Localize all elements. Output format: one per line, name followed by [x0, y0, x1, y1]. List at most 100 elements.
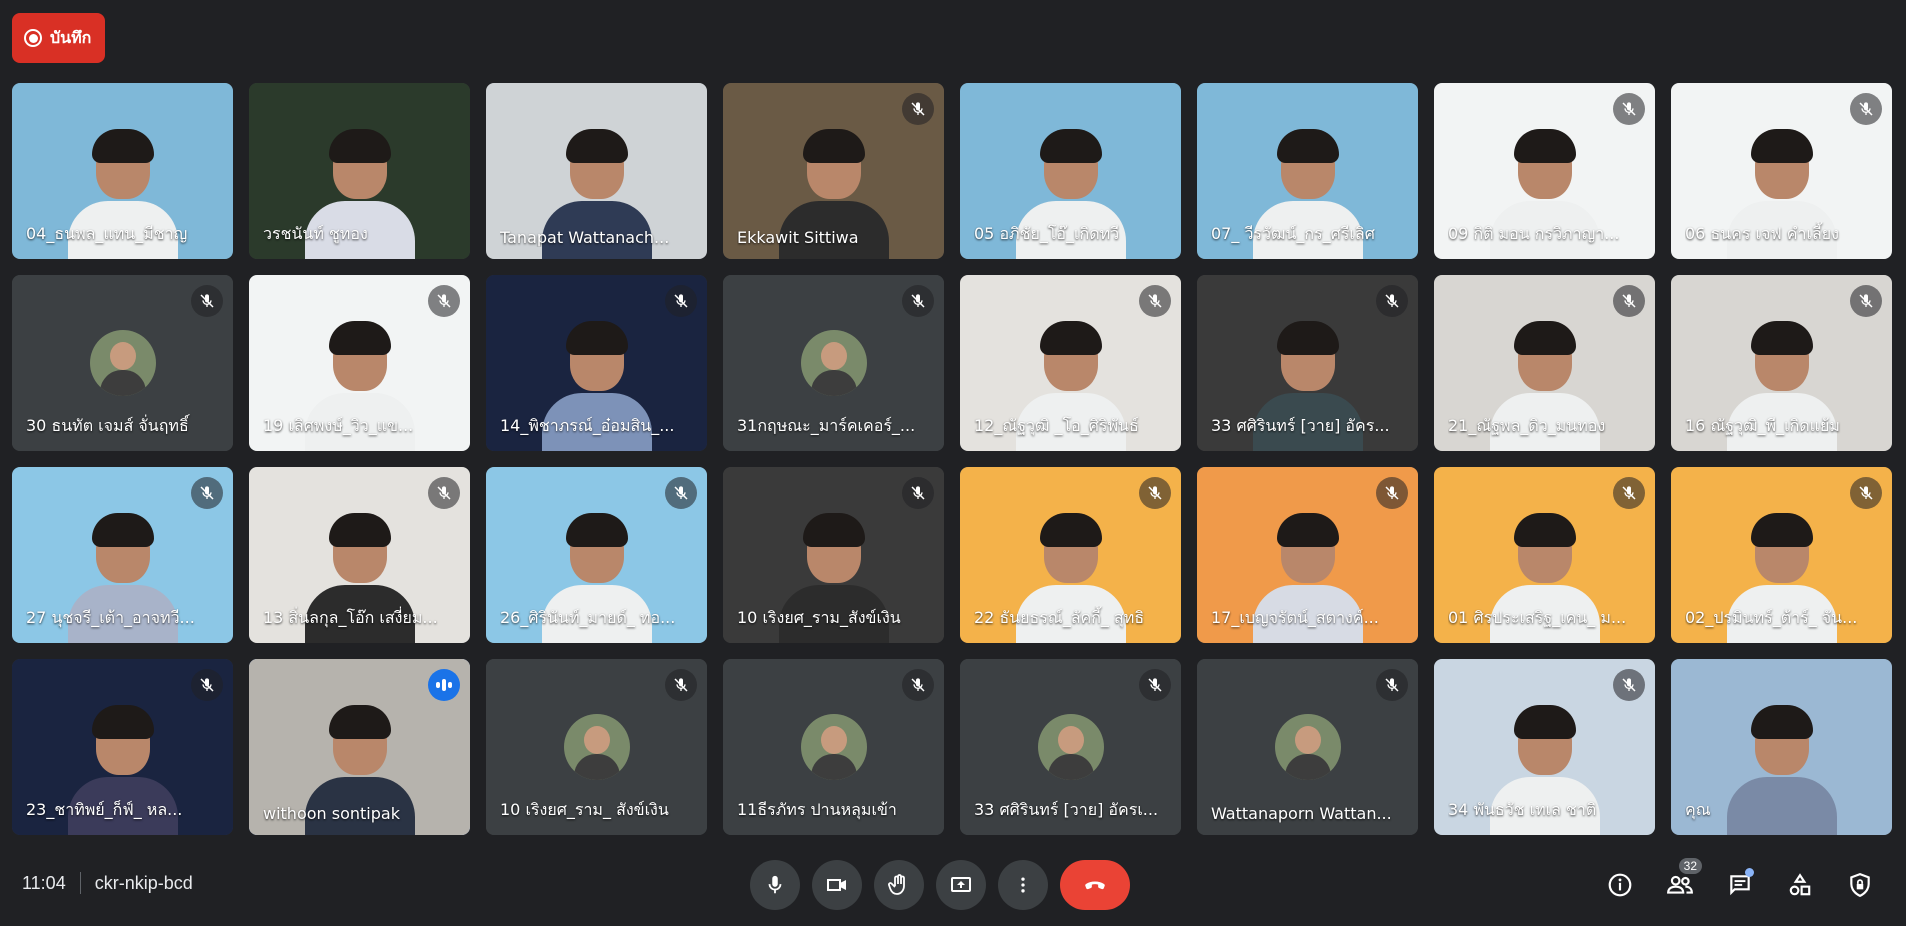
present-button[interactable] [936, 860, 986, 910]
more-options-button[interactable] [998, 860, 1048, 910]
mic-off-icon [1850, 93, 1882, 125]
participant-tile[interactable]: 33 ศศิรินทร์ [วาย] อัคร... [1197, 275, 1418, 451]
participant-tile[interactable]: 06 ธนคร เจฟ คำเลี้ยง [1671, 83, 1892, 259]
participant-name: 33 ศศิรินทร์ [วาย] อัคร... [1211, 416, 1390, 435]
participant-name: 10 เริงยศ_ราม_สังข์เงิน [737, 608, 901, 627]
participant-tile[interactable]: คุณ [1671, 659, 1892, 835]
participant-tile[interactable]: 34 พันธวัช เทเล ชาติ [1434, 659, 1655, 835]
end-call-button[interactable] [1060, 860, 1130, 910]
participant-name: Wattanaporn Wattan... [1211, 804, 1392, 823]
participant-name: 13 สิ่นลกุล_โอ๊ก เสงี่ยม... [263, 608, 438, 627]
participant-name: 06 ธนคร เจฟ คำเลี้ยง [1685, 224, 1839, 243]
participant-tile[interactable]: 22 ธันยธรณ์_ลัคกี้_ สุทธิ [960, 467, 1181, 643]
participant-tile[interactable]: 11ธีรภัทร ปานหลุมเข้า [723, 659, 944, 835]
clock-time: 11:04 [22, 872, 66, 893]
participant-name: 05 อภิชัย_โอ๊_เกิดทวี [974, 224, 1120, 243]
participant-name: 27 นุชจรี_เต้า_อาจทวี... [26, 608, 195, 627]
participant-tile[interactable]: 23_ชาทิพย์_ก็ฟ์_ หล... [12, 659, 233, 835]
mic-off-icon [1850, 477, 1882, 509]
chat-button[interactable] [1716, 860, 1764, 910]
raise-hand-icon [888, 874, 905, 895]
participant-tile[interactable]: withoon sontipak [249, 659, 470, 835]
participant-name: 01 ศิรประเสริฐ_เคน_ ม... [1448, 608, 1627, 627]
participant-tile[interactable]: 04_ธนพล_แทน_มีชาญ [12, 83, 233, 259]
recording-badge[interactable]: บันทึก [12, 13, 106, 63]
participant-tile[interactable]: 14_พิชาภรณ์_อ๋อมสิน_... [486, 275, 707, 451]
participant-tile[interactable]: 21_ณัฐพล_ดิว_มนทอง [1434, 275, 1655, 451]
record-icon [24, 29, 42, 47]
participant-tile[interactable]: 01 ศิรประเสริฐ_เคน_ ม... [1434, 467, 1655, 643]
mic-off-icon [1139, 477, 1171, 509]
participant-name: 21_ณัฐพล_ดิว_มนทอง [1448, 416, 1606, 435]
participant-tile[interactable]: Wattanaporn Wattan... [1197, 659, 1418, 835]
mic-off-icon [428, 477, 460, 509]
raise-hand-button[interactable] [874, 860, 924, 910]
host-controls-icon [1850, 873, 1870, 898]
call-controls [750, 860, 1130, 910]
participant-tile[interactable]: 05 อภิชัย_โอ๊_เกิดทวี [960, 83, 1181, 259]
participant-name: 14_พิชาภรณ์_อ๋อมสิน_... [500, 416, 675, 435]
participant-tile[interactable]: 27 นุชจรี_เต้า_อาจทวี... [12, 467, 233, 643]
host-controls-button[interactable] [1836, 860, 1884, 910]
participant-tile[interactable]: 16 ณัฐวุฒิ_พี_เกิดแย้ม [1671, 275, 1892, 451]
participant-name: 12_ณัฐวุฒิ _โอ_ศิริพันธ์ [974, 416, 1139, 435]
mic-off-icon [1613, 477, 1645, 509]
mic-off-icon [191, 477, 223, 509]
participant-tile[interactable]: Tanapat Wattanach... [486, 83, 707, 259]
activities-button[interactable] [1776, 860, 1824, 910]
mic-off-icon [1139, 669, 1171, 701]
participant-name: 04_ธนพล_แทน_มีชาญ [26, 224, 188, 243]
meeting-details[interactable]: 11:04 ckr-nkip-bcd [22, 872, 193, 894]
participant-tile[interactable]: 10 เริงยศ_ราม_ สังข์เงิน [486, 659, 707, 835]
avatar [800, 714, 867, 780]
people-icon [1667, 875, 1693, 894]
mic-off-icon [1139, 285, 1171, 317]
participant-name: 17_เบญจรัตน์_สตางค์... [1211, 608, 1379, 627]
mic-icon [768, 875, 782, 894]
participant-tile[interactable]: 26_ศิรินันท์_มายด์_ ทอ... [486, 467, 707, 643]
mic-off-icon [1613, 669, 1645, 701]
participant-name: withoon sontipak [263, 804, 400, 823]
present-screen-icon [951, 877, 971, 892]
activities-icon [1789, 873, 1811, 896]
avatar [800, 330, 867, 396]
participant-name: 22 ธันยธรณ์_ลัคกี้_ สุทธิ [974, 608, 1145, 627]
participant-tile[interactable]: 07_ วีรวัฒน์_กร_ศรีเลิศ [1197, 83, 1418, 259]
participant-tile[interactable]: 02_ปรมินทร์_ต้าร์_ จัน... [1671, 467, 1892, 643]
mic-off-icon [902, 93, 934, 125]
participant-tile[interactable]: 09 กิติ มอน กรวิภาญา... [1434, 83, 1655, 259]
microphone-button[interactable] [750, 860, 800, 910]
mic-off-icon [428, 285, 460, 317]
mic-off-icon [902, 285, 934, 317]
participant-tile[interactable]: 12_ณัฐวุฒิ _โอ_ศิริพันธ์ [960, 275, 1181, 451]
participant-tile[interactable]: 17_เบญจรัตน์_สตางค์... [1197, 467, 1418, 643]
participant-tile[interactable]: 33 ศศิรินทร์ [วาย] อัครเ... [960, 659, 1181, 835]
mic-off-icon [902, 669, 934, 701]
mic-off-icon [1376, 477, 1408, 509]
mic-off-icon [665, 477, 697, 509]
participant-tile[interactable]: วรชนันท์ ชูทอง [249, 83, 470, 259]
camera-button[interactable] [812, 860, 862, 910]
meeting-info-button[interactable] [1596, 860, 1644, 910]
participant-name: 26_ศิรินันท์_มายด์_ ทอ... [500, 608, 676, 627]
participant-tile[interactable]: 31กฤษณะ_มาร์คเคอร์_... [723, 275, 944, 451]
divider [79, 872, 81, 894]
people-button[interactable]: 32 [1656, 858, 1704, 910]
meeting-code: ckr-nkip-bcd [94, 872, 193, 893]
mic-off-icon [1613, 285, 1645, 317]
participant-tile[interactable]: 10 เริงยศ_ราม_สังข์เงิน [723, 467, 944, 643]
participant-name: Tanapat Wattanach... [500, 228, 670, 247]
bottom-toolbar: 11:04 ckr-nkip-bcd 32 [0, 846, 1906, 926]
participant-name: 07_ วีรวัฒน์_กร_ศรีเลิศ [1211, 224, 1375, 243]
mic-off-icon [191, 285, 223, 317]
participant-name: 33 ศศิรินทร์ [วาย] อัครเ... [974, 800, 1159, 819]
avatar [89, 330, 156, 396]
participant-name: 02_ปรมินทร์_ต้าร์_ จัน... [1685, 608, 1858, 627]
participant-name: 31กฤษณะ_มาร์คเคอร์_... [737, 416, 916, 435]
participant-tile[interactable]: 13 สิ่นลกุล_โอ๊ก เสงี่ยม... [249, 467, 470, 643]
participant-tile[interactable]: 30 ธนทัต เจมส์ จั่นฤทธิ์ [12, 275, 233, 451]
mic-off-icon [665, 285, 697, 317]
participant-tile[interactable]: 19 เลิศพงษ์_วิว_แข... [249, 275, 470, 451]
participant-tile[interactable]: Ekkawit Sittiwa [723, 83, 944, 259]
participant-grid: 04_ธนพล_แทน_มีชาญ วรชนันท์ ชูทอง Tanapat W… [12, 83, 1892, 835]
